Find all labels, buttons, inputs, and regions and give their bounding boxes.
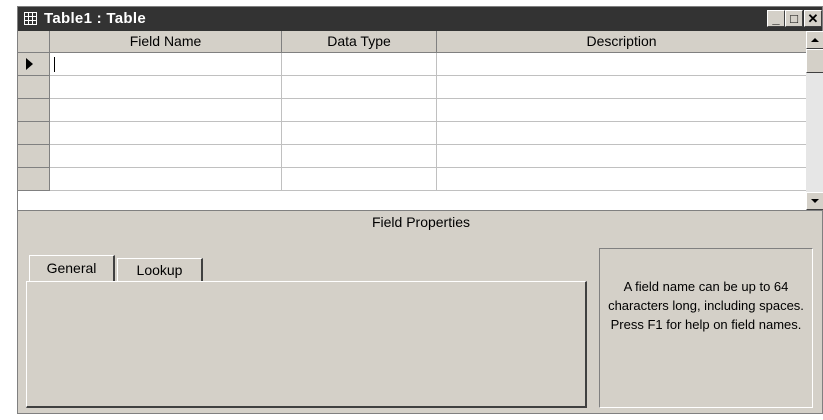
row-selector[interactable] — [18, 122, 50, 145]
minimize-button[interactable]: _ — [767, 10, 785, 27]
column-header-data-type[interactable]: Data Type — [282, 31, 437, 53]
data-type-cell[interactable] — [282, 145, 437, 167]
description-cell[interactable] — [437, 76, 806, 98]
description-cell[interactable] — [437, 122, 806, 144]
row-selector[interactable] — [18, 99, 50, 122]
scroll-down-arrow-icon — [811, 199, 819, 203]
field-name-cell[interactable] — [50, 168, 282, 190]
general-tab-panel — [26, 281, 587, 408]
vertical-scrollbar[interactable] — [806, 31, 823, 210]
table-row — [18, 53, 806, 76]
scroll-down-button[interactable] — [806, 192, 823, 210]
tab-general[interactable]: General — [29, 255, 115, 282]
data-type-cell[interactable] — [282, 99, 437, 121]
table-design-window: Table1 : Table _ □ ✕ Field Name Data Typ… — [17, 6, 823, 414]
data-type-cell[interactable] — [282, 53, 437, 75]
close-button[interactable]: ✕ — [804, 10, 822, 27]
field-name-cell[interactable] — [50, 53, 282, 75]
field-help-text: A field name can be up to 64 characters … — [599, 248, 813, 408]
field-grid: Field Name Data Type Description — [18, 31, 806, 210]
description-cell[interactable] — [437, 145, 806, 167]
data-type-cell[interactable] — [282, 168, 437, 190]
select-all-corner[interactable] — [18, 31, 50, 53]
table-row — [18, 122, 806, 145]
data-type-cell[interactable] — [282, 122, 437, 144]
column-header-field-name[interactable]: Field Name — [50, 31, 282, 53]
field-name-cell[interactable] — [50, 122, 282, 144]
row-selector[interactable] — [18, 168, 50, 191]
field-name-cell[interactable] — [50, 145, 282, 167]
table-row — [18, 99, 806, 122]
tab-lookup[interactable]: Lookup — [117, 258, 203, 281]
scroll-up-arrow-icon — [811, 38, 819, 42]
table-row — [18, 168, 806, 191]
data-type-cell[interactable] — [282, 76, 437, 98]
restore-button[interactable]: □ — [785, 10, 803, 27]
title-bar[interactable]: Table1 : Table _ □ ✕ — [18, 7, 822, 31]
description-cell[interactable] — [437, 53, 806, 75]
column-header-description[interactable]: Description — [437, 31, 806, 53]
text-cursor — [54, 57, 55, 73]
window-title: Table1 : Table — [44, 10, 147, 27]
table-row — [18, 76, 806, 99]
row-selector[interactable] — [18, 76, 50, 99]
field-name-cell[interactable] — [50, 76, 282, 98]
field-name-cell[interactable] — [50, 99, 282, 121]
description-cell[interactable] — [437, 168, 806, 190]
table-icon — [24, 12, 37, 25]
row-selector[interactable] — [18, 145, 50, 168]
scroll-thumb[interactable] — [806, 49, 823, 73]
row-selector[interactable] — [18, 53, 50, 76]
scroll-up-button[interactable] — [806, 31, 823, 49]
current-row-arrow-icon — [26, 58, 33, 70]
description-cell[interactable] — [437, 99, 806, 121]
table-row — [18, 145, 806, 168]
field-properties-title: Field Properties — [18, 210, 823, 232]
